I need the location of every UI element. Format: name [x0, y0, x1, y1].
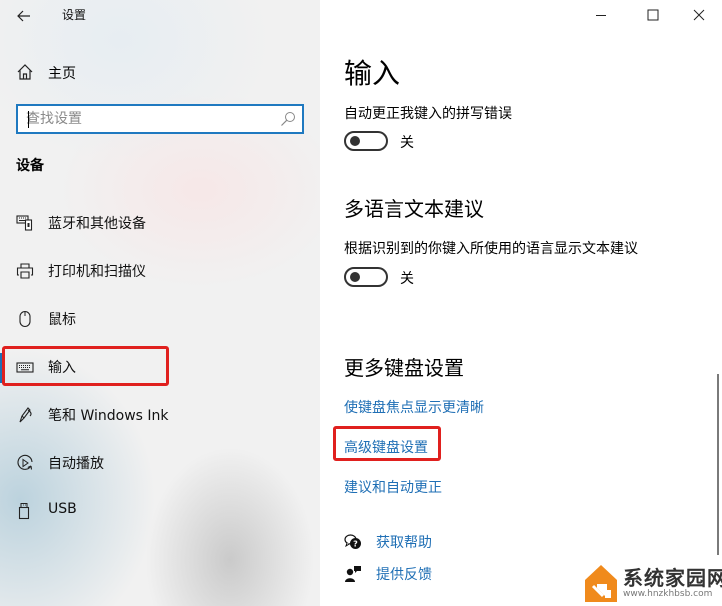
sidebar-item-label: USB — [48, 501, 77, 517]
sidebar-item-label: 蓝牙和其他设备 — [48, 216, 146, 232]
advanced-keyboard-settings-link[interactable]: 高级键盘设置 — [344, 437, 428, 457]
sidebar: 设置 主页 设备 蓝牙和其他设备 打印机和扫描仪 — [0, 0, 320, 606]
svg-text:?: ? — [353, 540, 358, 549]
sidebar-item-label: 输入 — [48, 360, 76, 376]
autocorrect-state: 关 — [400, 135, 414, 151]
search-input[interactable] — [26, 109, 276, 129]
mouse-icon — [19, 310, 31, 328]
sidebar-item-printers[interactable]: 打印机和扫描仪 — [0, 251, 320, 291]
sidebar-item-label: 自动播放 — [48, 456, 104, 472]
home-icon — [17, 64, 33, 80]
watermark: 系统家园网 www.hnzkhbsb.com — [583, 560, 722, 606]
autoplay-icon — [17, 454, 33, 470]
printer-icon — [16, 263, 34, 279]
maximize-icon — [647, 9, 659, 21]
toggle-knob — [350, 272, 360, 282]
arrow-left-icon — [17, 10, 30, 22]
active-indicator — [0, 353, 4, 383]
keyboard-focus-link[interactable]: 使键盘焦点显示更清晰 — [344, 397, 484, 417]
sidebar-item-input[interactable]: 输入 — [0, 347, 320, 387]
usb-icon — [18, 503, 30, 520]
autocorrect-label: 自动更正我键入的拼写错误 — [344, 106, 512, 122]
minimize-button[interactable] — [578, 0, 624, 30]
give-feedback-label: 提供反馈 — [376, 567, 432, 583]
more-keyboard-heading: 更多键盘设置 — [344, 356, 464, 380]
feedback-icon — [345, 566, 361, 582]
multilingual-toggle[interactable] — [344, 267, 388, 287]
page-title: 输入 — [344, 57, 401, 90]
get-help-label: 获取帮助 — [376, 535, 432, 551]
multilingual-label: 根据识别到的你键入所使用的语言显示文本建议 — [344, 241, 638, 257]
sidebar-item-usb[interactable]: USB — [0, 491, 320, 531]
multilingual-heading: 多语言文本建议 — [344, 197, 484, 221]
sidebar-item-mouse[interactable]: 鼠标 — [0, 299, 320, 339]
sidebar-item-autoplay[interactable]: 自动播放 — [0, 443, 320, 483]
pen-icon — [19, 407, 32, 423]
keyboard-icon — [16, 362, 34, 373]
sidebar-item-bluetooth[interactable]: 蓝牙和其他设备 — [0, 203, 320, 243]
bluetooth-devices-icon — [16, 215, 33, 231]
autocorrect-toggle[interactable] — [344, 131, 388, 151]
sidebar-item-label: 主页 — [48, 66, 76, 82]
main-pane: 输入 自动更正我键入的拼写错误 关 多语言文本建议 根据识别到的你键入所使用的语… — [320, 0, 722, 606]
multilingual-state: 关 — [400, 271, 414, 287]
close-button[interactable] — [676, 0, 722, 30]
sidebar-item-label: 鼠标 — [48, 312, 76, 328]
watermark-title: 系统家园网 — [623, 566, 722, 590]
suggestions-autocorrect-link[interactable]: 建议和自动更正 — [344, 477, 442, 497]
minimize-icon — [596, 15, 606, 16]
sidebar-item-home[interactable]: 主页 — [0, 56, 320, 88]
maximize-button[interactable] — [630, 0, 676, 30]
watermark-url: www.hnzkhbsb.com — [623, 589, 713, 599]
house-logo-icon — [585, 565, 617, 602]
toggle-knob — [350, 136, 360, 146]
sidebar-item-label: 笔和 Windows Ink — [48, 408, 169, 424]
back-button[interactable] — [10, 2, 38, 30]
scrollbar-thumb[interactable] — [717, 374, 719, 555]
sidebar-item-pen[interactable]: 笔和 Windows Ink — [0, 395, 320, 435]
sidebar-item-label: 打印机和扫描仪 — [48, 264, 146, 280]
close-icon — [693, 9, 705, 21]
text-caret — [28, 111, 29, 128]
search-box[interactable] — [16, 104, 304, 134]
search-icon[interactable] — [280, 111, 296, 127]
help-chat-icon: ? — [344, 534, 361, 549]
section-title: 设备 — [16, 158, 44, 174]
app-title: 设置 — [62, 8, 87, 22]
